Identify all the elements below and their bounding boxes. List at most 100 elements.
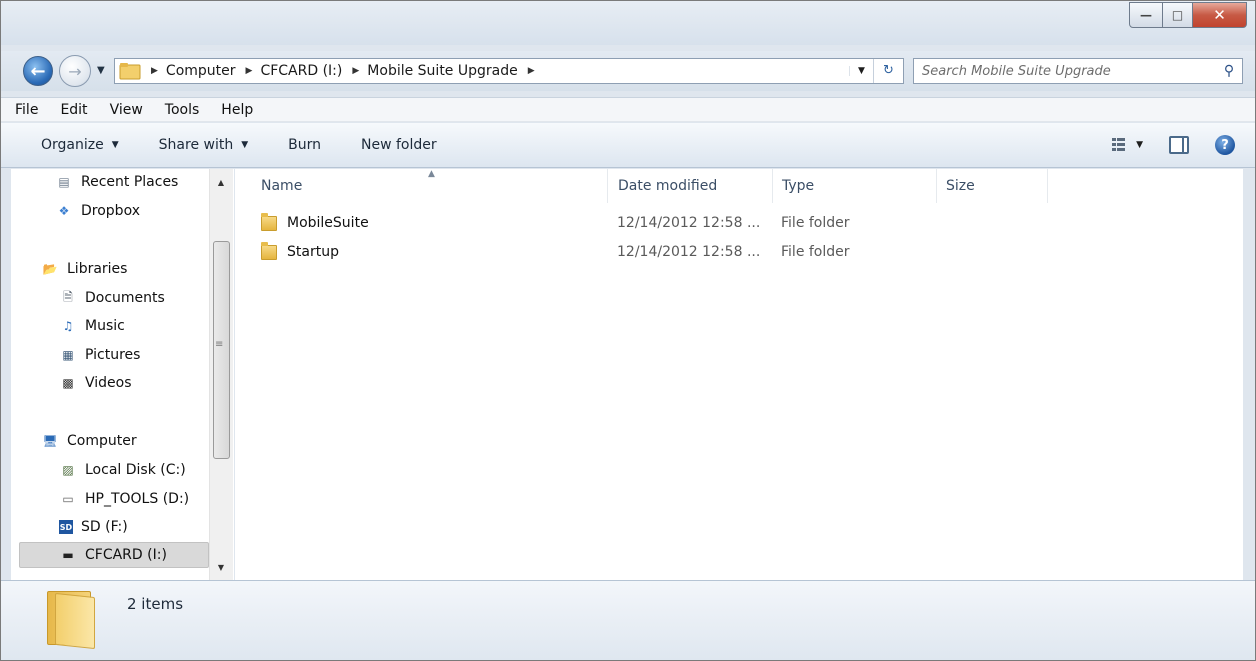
- column-divider[interactable]: [607, 169, 608, 203]
- share-with-button[interactable]: Share with ▼: [159, 137, 248, 153]
- nav-item-documents[interactable]: 🗎 Documents: [59, 285, 165, 311]
- breadcrumb-separator-icon[interactable]: ▶: [528, 66, 535, 76]
- nav-item-label: CFCARD (I:): [85, 547, 167, 563]
- details-view-icon: [1112, 138, 1126, 152]
- nav-item-videos[interactable]: ▩ Videos: [59, 370, 132, 396]
- column-header-name[interactable]: Name: [261, 169, 302, 203]
- folder-icon: [119, 63, 141, 80]
- chevron-down-icon: ▼: [111, 140, 119, 150]
- menu-edit[interactable]: Edit: [50, 102, 99, 118]
- refresh-icon[interactable]: ↻: [873, 59, 903, 83]
- sd-card-icon: SD: [59, 520, 73, 534]
- breadcrumb-separator-icon[interactable]: ▶: [151, 66, 158, 76]
- nav-item-label: Libraries: [67, 261, 128, 277]
- recent-pages-dropdown[interactable]: ▼: [97, 65, 105, 76]
- breadcrumb-separator-icon[interactable]: ▶: [246, 66, 253, 76]
- forward-button[interactable]: →: [59, 55, 91, 87]
- local-disk-icon: ▨: [62, 463, 74, 477]
- view-controls: ▼ ?: [1112, 135, 1235, 155]
- organize-label: Organize: [41, 137, 104, 153]
- column-divider[interactable]: [1047, 169, 1048, 203]
- folder-icon: [261, 241, 277, 260]
- nav-item-pictures[interactable]: ▦ Pictures: [59, 342, 140, 368]
- search-input[interactable]: [914, 60, 1216, 82]
- file-name: Startup: [287, 244, 339, 260]
- help-icon[interactable]: ?: [1215, 135, 1235, 155]
- back-button[interactable]: ←: [23, 56, 53, 86]
- file-date-modified: 12/14/2012 12:58 ...: [617, 215, 761, 231]
- scroll-down-icon[interactable]: ▼: [210, 558, 232, 576]
- documents-icon: 🗎: [63, 289, 73, 304]
- drive-icon: ▭: [62, 492, 74, 506]
- explorer-window: — □ ✕ ← → ▼ ▶ Computer ▶ CFCARD (I:) ▶ M…: [0, 0, 1256, 661]
- burn-button[interactable]: Burn: [288, 137, 321, 153]
- menu-bar: File Edit View Tools Help: [1, 97, 1255, 122]
- change-view-button[interactable]: ▼: [1112, 138, 1143, 152]
- nav-item-dropbox[interactable]: ❖ Dropbox: [55, 198, 140, 224]
- command-bar: Organize ▼ Share with ▼ Burn New folder …: [1, 123, 1255, 168]
- address-bar[interactable]: ▶ Computer ▶ CFCARD (I:) ▶ Mobile Suite …: [114, 58, 904, 84]
- nav-item-label: Pictures: [85, 347, 141, 363]
- table-row[interactable]: MobileSuite 12/14/2012 12:58 ... File fo…: [261, 210, 961, 236]
- nav-item-sd[interactable]: SD SD (F:): [59, 514, 128, 540]
- column-header-type[interactable]: Type: [782, 169, 814, 203]
- nav-item-cfcard[interactable]: ▬ CFCARD (I:): [19, 542, 209, 568]
- nav-item-label: Recent Places: [81, 174, 179, 190]
- organize-button[interactable]: Organize ▼: [41, 137, 119, 153]
- address-row: ← → ▼ ▶ Computer ▶ CFCARD (I:) ▶ Mobile …: [1, 51, 1255, 91]
- nav-item-computer[interactable]: 🖥 Computer: [41, 428, 137, 454]
- file-type: File folder: [781, 244, 850, 260]
- nav-item-label: Computer: [67, 433, 137, 449]
- details-pane: 2 items: [1, 580, 1255, 660]
- column-header-size[interactable]: Size: [946, 169, 975, 203]
- nav-item-label: Videos: [85, 375, 132, 391]
- removable-drive-icon: ▬: [62, 548, 74, 562]
- breadcrumb-separator-icon[interactable]: ▶: [352, 66, 359, 76]
- minimize-button[interactable]: —: [1129, 2, 1163, 28]
- burn-label: Burn: [288, 137, 322, 153]
- item-count: 2 items: [127, 595, 184, 613]
- nav-item-label: Documents: [85, 290, 165, 306]
- new-folder-button[interactable]: New folder: [361, 137, 437, 153]
- folder-icon: [261, 212, 277, 231]
- nav-item-recent-places[interactable]: ▤ Recent Places: [55, 169, 178, 195]
- file-type: File folder: [781, 215, 850, 231]
- breadcrumb-computer[interactable]: Computer: [166, 63, 236, 79]
- chevron-down-icon: ▼: [1136, 140, 1143, 150]
- scroll-up-icon[interactable]: ▲: [210, 173, 232, 191]
- breadcrumb-mobile-suite-upgrade[interactable]: Mobile Suite Upgrade: [367, 63, 517, 79]
- nav-scrollbar[interactable]: ▲ ≡ ▼: [209, 169, 233, 580]
- close-button[interactable]: ✕: [1193, 2, 1247, 28]
- computer-icon: 🖥: [42, 434, 58, 448]
- column-header-date-modified[interactable]: Date modified: [618, 169, 717, 203]
- new-folder-label: New folder: [361, 137, 437, 153]
- menu-view[interactable]: View: [100, 102, 155, 118]
- breadcrumb-cfcard[interactable]: CFCARD (I:): [260, 63, 342, 79]
- nav-item-local-disk[interactable]: ▨ Local Disk (C:): [59, 457, 186, 483]
- music-icon: ♫: [62, 319, 74, 333]
- nav-item-label: Local Disk (C:): [85, 462, 186, 478]
- dropbox-icon: ❖: [58, 204, 70, 218]
- menu-file[interactable]: File: [5, 102, 50, 118]
- menu-tools[interactable]: Tools: [155, 102, 212, 118]
- address-controls: ▼ ↻: [849, 59, 903, 83]
- address-history-dropdown[interactable]: ▼: [849, 66, 873, 76]
- column-divider[interactable]: [936, 169, 937, 203]
- table-row[interactable]: Startup 12/14/2012 12:58 ... File folder: [261, 239, 961, 265]
- preview-pane-icon[interactable]: [1169, 136, 1189, 154]
- libraries-icon: 📂: [42, 262, 58, 276]
- scrollbar-thumb[interactable]: [213, 241, 230, 459]
- share-with-label: Share with: [158, 137, 234, 153]
- column-divider[interactable]: [772, 169, 773, 203]
- maximize-button[interactable]: □: [1163, 2, 1193, 28]
- nav-item-libraries[interactable]: 📂 Libraries: [41, 256, 128, 282]
- nav-item-hp-tools[interactable]: ▭ HP_TOOLS (D:): [59, 486, 189, 512]
- file-name: MobileSuite: [287, 215, 369, 231]
- nav-item-music[interactable]: ♫ Music: [59, 313, 125, 339]
- forward-arrow-icon: →: [68, 61, 82, 81]
- menu-help[interactable]: Help: [211, 102, 265, 118]
- nav-item-label: Music: [85, 318, 125, 334]
- folder-icon: [47, 591, 95, 650]
- search-icon[interactable]: ⚲: [1216, 63, 1242, 79]
- maximize-icon: □: [1171, 8, 1184, 22]
